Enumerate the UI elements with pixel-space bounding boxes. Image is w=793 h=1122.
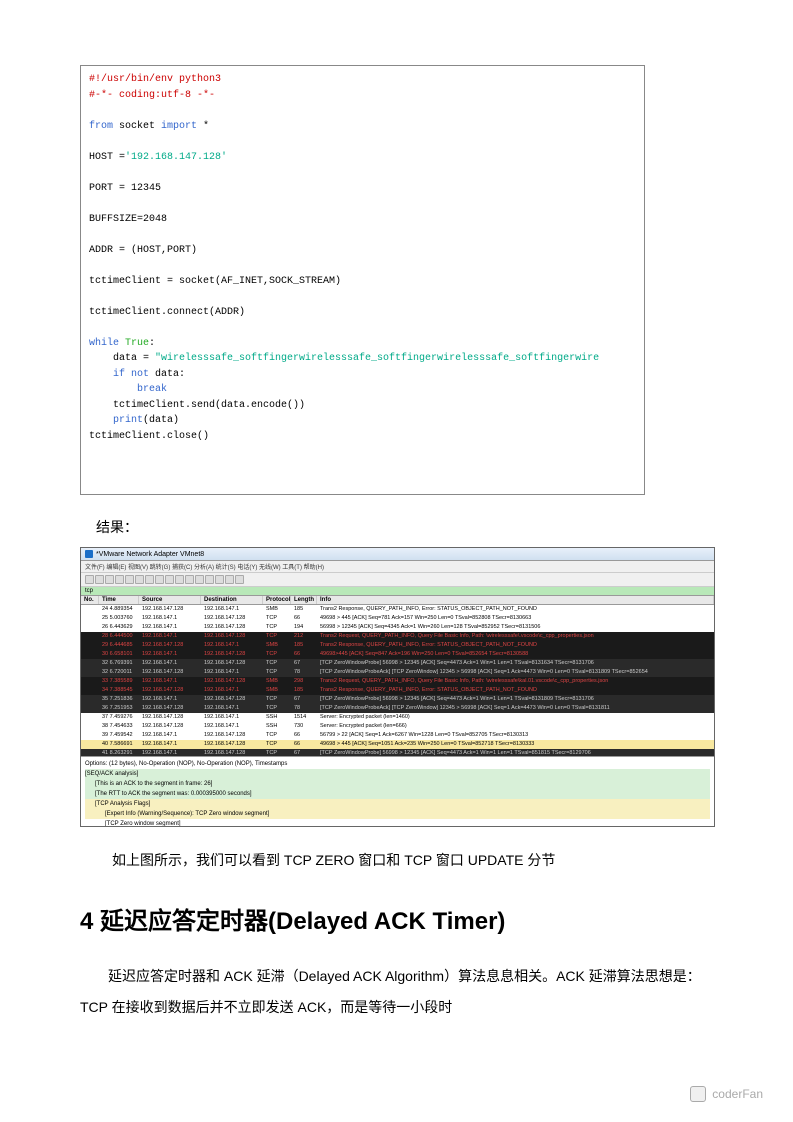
col-len: Length <box>291 596 317 604</box>
kw-while: while <box>89 338 119 349</box>
packet-row[interactable]: 25 5.003760192.168.147.1192.168.147.128T… <box>81 614 714 623</box>
document-page: #!/usr/bin/env python3 #-*- coding:utf-8… <box>0 0 793 1023</box>
detail-expert: [Expert Info (Warning/Sequence): TCP Zer… <box>85 809 710 819</box>
wireshark-app-icon <box>85 550 93 558</box>
wireshark-filter-input[interactable]: tcp <box>81 587 714 596</box>
kw-break: break <box>89 384 167 395</box>
mod-socket: socket <box>113 121 161 132</box>
packet-row[interactable]: 33 7.385589192.168.147.1192.168.147.128S… <box>81 677 714 686</box>
detail-zero: [TCP Zero window segment] <box>85 819 710 826</box>
packet-row[interactable]: 40 7.586691192.168.147.1192.168.147.128T… <box>81 740 714 749</box>
body-paragraph: 延迟应答定时器和 ACK 延滞（Delayed ACK Algorithm）算法… <box>80 961 713 1023</box>
col-time: Time <box>99 596 139 604</box>
watermark: coderFan <box>690 1086 763 1102</box>
col-no: No. <box>81 596 99 604</box>
detail-rtt: [The RTT to ACK the segment was: 0.00039… <box>85 789 710 799</box>
wireshark-window: *VMware Network Adapter VMnet8 文件(F) 编辑(… <box>80 547 715 827</box>
packet-row[interactable]: 38 7.454633192.168.147.128192.168.147.1S… <box>81 722 714 731</box>
host-value: '192.168.147.128' <box>125 152 227 163</box>
python-code-block: #!/usr/bin/env python3 #-*- coding:utf-8… <box>80 65 645 495</box>
connect-line: tctimeClient.connect(ADDR) <box>89 307 245 318</box>
packet-row[interactable]: 32 6.720011192.168.147.128192.168.147.1T… <box>81 668 714 677</box>
packet-row[interactable]: 26 6.443629192.168.147.1192.168.147.128T… <box>81 623 714 632</box>
packet-row[interactable]: 32 6.769391192.168.147.1192.168.147.128T… <box>81 659 714 668</box>
host-label: HOST = <box>89 152 125 163</box>
col-source: Source <box>139 596 201 604</box>
port-line: PORT = 12345 <box>89 183 161 194</box>
addr-line: ADDR = (HOST,PORT) <box>89 245 197 256</box>
packet-row[interactable]: 29 6.444685192.168.147.128192.168.147.1S… <box>81 641 714 650</box>
star: * <box>197 121 209 132</box>
data-lbl: data = <box>89 353 155 364</box>
packet-row[interactable]: 41 8.263291192.168.147.1192.168.147.128T… <box>81 749 714 756</box>
col-info: Info <box>317 596 714 604</box>
detail-flags: [TCP Analysis Flags] <box>85 799 710 809</box>
send-line: tctimeClient.send(data.encode()) <box>89 400 305 411</box>
wechat-icon <box>690 1086 706 1102</box>
detail-options: Options: (12 bytes), No-Operation (NOP),… <box>85 759 710 769</box>
wireshark-title-text: *VMware Network Adapter VMnet8 <box>96 551 204 558</box>
packet-row[interactable]: 24 4.889354192.168.147.128192.168.147.1S… <box>81 605 714 614</box>
packet-row[interactable]: 37 7.459276192.168.147.128192.168.147.1S… <box>81 713 714 722</box>
col-proto: Protocol <box>263 596 291 604</box>
wireshark-titlebar: *VMware Network Adapter VMnet8 <box>81 548 714 561</box>
print-arg: (data) <box>143 415 179 426</box>
data-var: data: <box>149 369 185 380</box>
code-shebang: #!/usr/bin/env python3 <box>89 74 221 85</box>
buff-line: BUFFSIZE=2048 <box>89 214 167 225</box>
packet-row[interactable]: 30 6.658101192.168.147.1192.168.147.128T… <box>81 650 714 659</box>
packet-row[interactable]: 36 7.251953192.168.147.128192.168.147.1T… <box>81 704 714 713</box>
packet-row[interactable]: 34 7.388545192.168.147.128192.168.147.1S… <box>81 686 714 695</box>
colon: : <box>149 338 155 349</box>
kw-from: from <box>89 121 113 132</box>
detail-ackframe: [This is an ACK to the segment in frame:… <box>85 779 710 789</box>
wireshark-menubar[interactable]: 文件(F) 编辑(E) 视图(V) 跳转(G) 捕获(C) 分析(A) 统计(S… <box>81 561 714 573</box>
figure-caption: 如上图所示，我们可以看到 TCP ZERO 窗口和 TCP 窗口 UPDATE … <box>112 849 713 871</box>
client-line: tctimeClient = socket(AF_INET,SOCK_STREA… <box>89 276 341 287</box>
kw-ifnot: if not <box>89 369 149 380</box>
code-coding: #-*- coding:utf-8 -*- <box>89 90 215 101</box>
close-line: tctimeClient.close() <box>89 431 209 442</box>
packet-row[interactable]: 28 6.444500192.168.147.1192.168.147.128T… <box>81 632 714 641</box>
data-string: "wirelesssafe_softfingerwirelesssafe_sof… <box>155 353 599 364</box>
result-label: 结果： <box>96 517 713 537</box>
section-heading: 4 延迟应答定时器(Delayed ACK Timer) <box>80 901 713 936</box>
detail-seqack: [SEQ/ACK analysis] <box>85 769 710 779</box>
kw-true: True <box>119 338 149 349</box>
packet-row[interactable]: 35 7.251836192.168.147.1192.168.147.128T… <box>81 695 714 704</box>
kw-import: import <box>161 121 197 132</box>
wireshark-packet-list[interactable]: 24 4.889354192.168.147.128192.168.147.1S… <box>81 605 714 756</box>
packet-row[interactable]: 39 7.459542192.168.147.1192.168.147.128T… <box>81 731 714 740</box>
wireshark-detail-pane[interactable]: Options: (12 bytes), No-Operation (NOP),… <box>81 756 714 826</box>
wireshark-toolbar[interactable] <box>81 573 714 587</box>
wireshark-column-header[interactable]: No. Time Source Destination Protocol Len… <box>81 596 714 605</box>
watermark-text: coderFan <box>712 1087 763 1101</box>
kw-print: print <box>89 415 143 426</box>
col-dest: Destination <box>201 596 263 604</box>
